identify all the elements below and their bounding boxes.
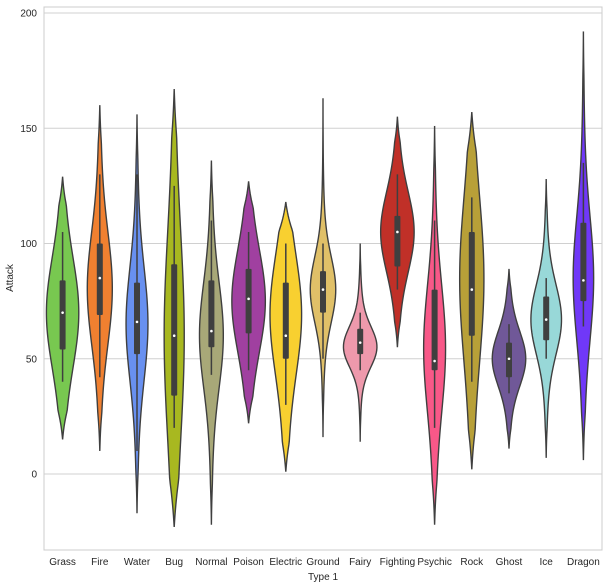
violin-iqr-box bbox=[59, 280, 66, 350]
violin-iqr-box bbox=[282, 282, 289, 359]
violin-median bbox=[247, 297, 250, 301]
violin-iqr-box bbox=[208, 280, 215, 348]
violin-median bbox=[433, 359, 436, 363]
violin-iqr-box bbox=[431, 289, 438, 371]
violin-iqr-box bbox=[394, 215, 401, 267]
violin-chart: 0 50 100 150 200 Grass Fire Water Bug Normal Pois… bbox=[5, 6, 603, 583]
x-tick-label: Fighting bbox=[380, 557, 416, 568]
x-tick-label: Ghost bbox=[496, 557, 523, 568]
violin-median bbox=[98, 276, 102, 280]
violin-median bbox=[135, 320, 139, 324]
y-tick-label: 150 bbox=[20, 124, 37, 135]
violin-iqr-box bbox=[245, 268, 252, 334]
x-tick-label: Water bbox=[124, 557, 151, 568]
y-tick-labels: 0 50 100 150 200 bbox=[20, 9, 37, 481]
violin-iqr-box bbox=[580, 222, 587, 302]
x-tick-label: Psychic bbox=[417, 557, 451, 568]
violin-median bbox=[544, 318, 548, 321]
x-tick-label: Ice bbox=[540, 557, 554, 568]
x-tick-label: Normal bbox=[195, 557, 227, 568]
violin-iqr-box bbox=[134, 282, 140, 355]
x-tick-label: Ground bbox=[306, 557, 339, 568]
y-tick-label: 200 bbox=[20, 9, 37, 20]
x-tick-labels: Grass Fire Water Bug Normal Poison Electric Gro… bbox=[49, 557, 600, 568]
x-tick-label: Bug bbox=[165, 557, 183, 568]
x-tick-label: Fire bbox=[91, 557, 109, 568]
violin-median bbox=[172, 334, 176, 338]
x-tick-label: Poison bbox=[233, 557, 264, 568]
y-tick-label: 50 bbox=[26, 354, 38, 365]
violin-median bbox=[210, 329, 213, 333]
violin-median bbox=[582, 279, 585, 282]
y-axis-label: Attack bbox=[5, 263, 16, 292]
x-tick-label: Fairy bbox=[349, 557, 371, 568]
y-tick-label: 0 bbox=[31, 470, 37, 481]
violin-median bbox=[358, 341, 362, 344]
violin-median bbox=[396, 230, 399, 234]
violin-median bbox=[507, 357, 511, 361]
violin-median bbox=[321, 288, 325, 291]
x-tick-label: Rock bbox=[460, 557, 484, 568]
x-tick-label: Grass bbox=[49, 557, 76, 568]
violin-median bbox=[284, 334, 288, 338]
x-tick-label: Electric bbox=[269, 557, 302, 568]
x-axis-label: Type 1 bbox=[308, 572, 338, 583]
x-tick-label: Dragon bbox=[567, 557, 600, 568]
violin-iqr-box bbox=[468, 231, 475, 336]
violin-iqr-box bbox=[320, 271, 326, 313]
violin-iqr-box bbox=[171, 264, 178, 396]
violin-median bbox=[61, 311, 64, 314]
y-tick-label: 100 bbox=[20, 239, 37, 250]
violin-median bbox=[470, 288, 474, 291]
